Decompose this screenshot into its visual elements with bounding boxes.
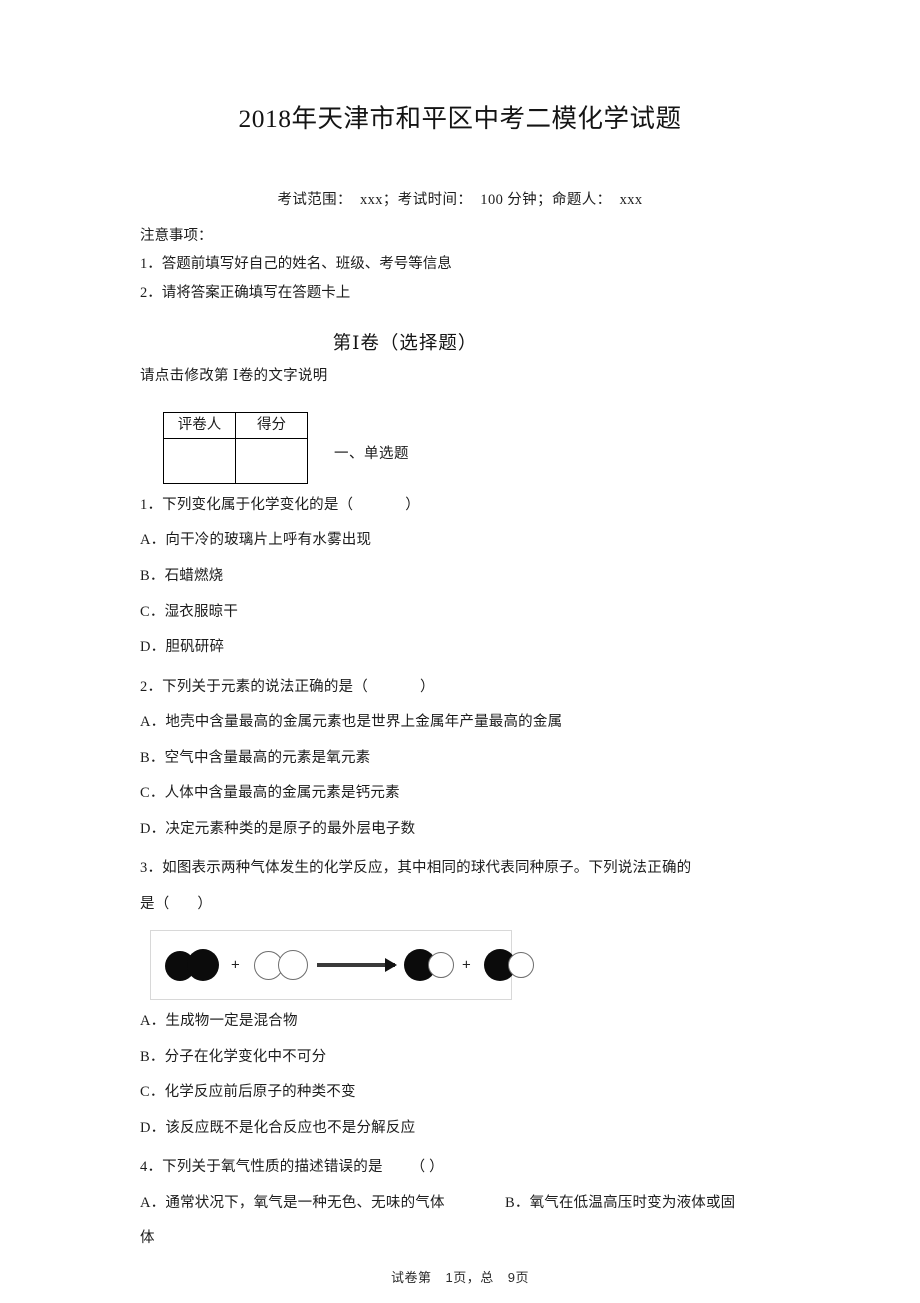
chemical-reaction-diagram: + + — [150, 930, 534, 1001]
score-table-row: 评卷人 得分 一、单选题 — [140, 385, 780, 484]
table-row: 评卷人 得分 — [163, 411, 308, 439]
question-2-option-d[interactable]: D．决定元素种类的是原子的最外层电子数 — [140, 812, 780, 848]
exam-scope-label: 考试范围： — [277, 191, 352, 208]
white-atom — [428, 952, 454, 979]
question-1-paren-close: ） — [405, 496, 420, 513]
question-2-text: 下列关于元素的说法正确的是（ — [162, 678, 368, 695]
black-atom — [187, 949, 219, 982]
question-3-option-c[interactable]: C．化学反应前后原子的种类不变 — [140, 1075, 780, 1111]
question-3-stem-line-2: 是（ ） — [140, 887, 780, 923]
product-1-molecule — [404, 949, 456, 982]
question-4: 4．下列关于氧气性质的描述错误的是 （ ） A．通常状况下，氧气是一种无色、无味的… — [140, 1146, 780, 1257]
notice-item-2: 2．请将答案正确填写在答题卡上 — [140, 284, 351, 301]
white-atom — [278, 950, 308, 981]
question-2-option-b[interactable]: B．空气中含量最高的元素是氧元素 — [140, 741, 780, 777]
question-2: 2．下列关于元素的说法正确的是（ ） A．地壳中含量最高的金属元素也是世界上金属年… — [140, 666, 780, 848]
exam-meta-line: 考试范围： xxx；考试时间： 100 分钟；命题人： xxx — [140, 135, 780, 209]
question-2-paren-close: ） — [419, 678, 435, 695]
exam-paper-page: 2018年天津市和平区中考二模化学试题 考试范围： xxx；考试时间： 100 分钟… — [0, 0, 920, 1303]
question-3-stem-line-1: 3．如图表示两种气体发生的化学反应，其中相同的球代表同种原子。下列说法正确的 — [140, 851, 780, 887]
question-3-option-b[interactable]: B．分子在化学变化中不可分 — [140, 1040, 780, 1076]
reaction-arrow-icon — [317, 963, 395, 968]
notice-block: 注意事项： 1．答题前填写好自己的姓名、班级、考号等信息 2．请将答案正确填写在… — [140, 209, 780, 307]
question-1-text: 下列变化属于化学变化的是（ — [162, 496, 354, 513]
question-1-option-b[interactable]: B．石蜡燃烧 — [140, 559, 780, 595]
score-table-header-grader: 评卷人 — [163, 411, 236, 439]
exam-author-label: 命题人： — [551, 191, 612, 208]
footer-suffix: 页 — [515, 1270, 529, 1285]
notice-item-1: 1．答题前填写好自己的姓名、班级、考号等信息 — [140, 256, 452, 273]
footer-prefix: 试卷第 — [390, 1270, 432, 1285]
question-4-paren-close: （ ） — [410, 1159, 444, 1176]
product-2-molecule — [484, 949, 536, 982]
question-3-text-cont: 是（ — [140, 895, 170, 912]
section-heading: 第Ⅰ卷（选择题） — [332, 333, 478, 354]
reactant-1-molecule — [165, 949, 223, 982]
question-4-number: 4． — [140, 1159, 163, 1176]
question-3-paren-close: ） — [197, 895, 213, 912]
question-1-option-d[interactable]: D．胆矾研碎 — [140, 630, 780, 666]
question-1-option-a[interactable]: A．向干冷的玻璃片上呼有水雾出现 — [140, 523, 780, 559]
question-1-stem: 1．下列变化属于化学变化的是（ ） — [140, 488, 780, 524]
section-subtext: 请点击修改第 Ⅰ卷的文字说明 — [140, 367, 328, 384]
score-table-cell-grader[interactable] — [163, 437, 236, 484]
question-3-text: 如图表示两种气体发生的化学反应，其中相同的球代表同种原子。下列说法正确的 — [162, 860, 692, 877]
question-group-label: 一、单选题 — [334, 446, 409, 463]
footer-mid: 页，总 — [453, 1270, 494, 1285]
question-3-option-d[interactable]: D．该反应既不是化合反应也不是分解反应 — [140, 1111, 780, 1147]
exam-scope-value: xxx； — [359, 191, 398, 208]
question-2-option-a[interactable]: A．地壳中含量最高的金属元素也是世界上金属年产量最高的金属 — [140, 705, 780, 741]
question-4-option-a[interactable]: A．通常状况下，氧气是一种无色、无味的气体 — [140, 1195, 445, 1211]
question-1-number: 1． — [140, 496, 163, 513]
question-4-options-row: A．通常状况下，氧气是一种无色、无味的气体 B．氧气在低温高压时变为液体或固 — [140, 1186, 780, 1222]
question-1: 1．下列变化属于化学变化的是（ ） A．向干冷的玻璃片上呼有水雾出现 B．石蜡燃烧… — [140, 484, 780, 666]
question-2-number: 2． — [140, 678, 163, 695]
exam-duration-label: 考试时间： — [397, 191, 473, 208]
white-atom — [508, 952, 534, 979]
notice-heading: 注意事项： — [140, 227, 213, 244]
table-row — [163, 437, 308, 484]
score-table-cell-score[interactable] — [235, 437, 308, 484]
question-2-option-c[interactable]: C．人体中含量最高的金属元素是钙元素 — [140, 776, 780, 812]
reactant-2-molecule — [254, 950, 310, 981]
question-4-text: 下列关于氧气性质的描述错误的是 — [162, 1159, 383, 1176]
exam-duration-value: 100 分钟； — [480, 191, 552, 208]
question-2-stem: 2．下列关于元素的说法正确的是（ ） — [140, 670, 780, 706]
page-footer: 试卷第 1页，总 9页 — [0, 1267, 920, 1286]
question-1-option-c[interactable]: C．湿衣服晾干 — [140, 595, 780, 631]
question-4-stem: 4．下列关于氧气性质的描述错误的是 （ ） — [140, 1150, 780, 1186]
question-3-option-a[interactable]: A．生成物一定是混合物 — [140, 1004, 780, 1040]
exam-author-value: xxx — [619, 191, 643, 208]
plus-icon: + — [231, 956, 240, 974]
page-title: 2018年天津市和平区中考二模化学试题 — [238, 104, 682, 133]
question-3-number: 3． — [140, 860, 163, 877]
question-4-option-b[interactable]: B．氧气在低温高压时变为液体或固 — [505, 1186, 735, 1222]
score-table: 评卷人 得分 — [163, 411, 308, 484]
question-4-option-b-wrap: 体 — [140, 1230, 155, 1247]
question-3: 3．如图表示两种气体发生的化学反应，其中相同的球代表同种原子。下列说法正确的 是… — [140, 847, 780, 1146]
score-table-header-score: 得分 — [235, 411, 308, 439]
plus-icon: + — [462, 956, 471, 974]
